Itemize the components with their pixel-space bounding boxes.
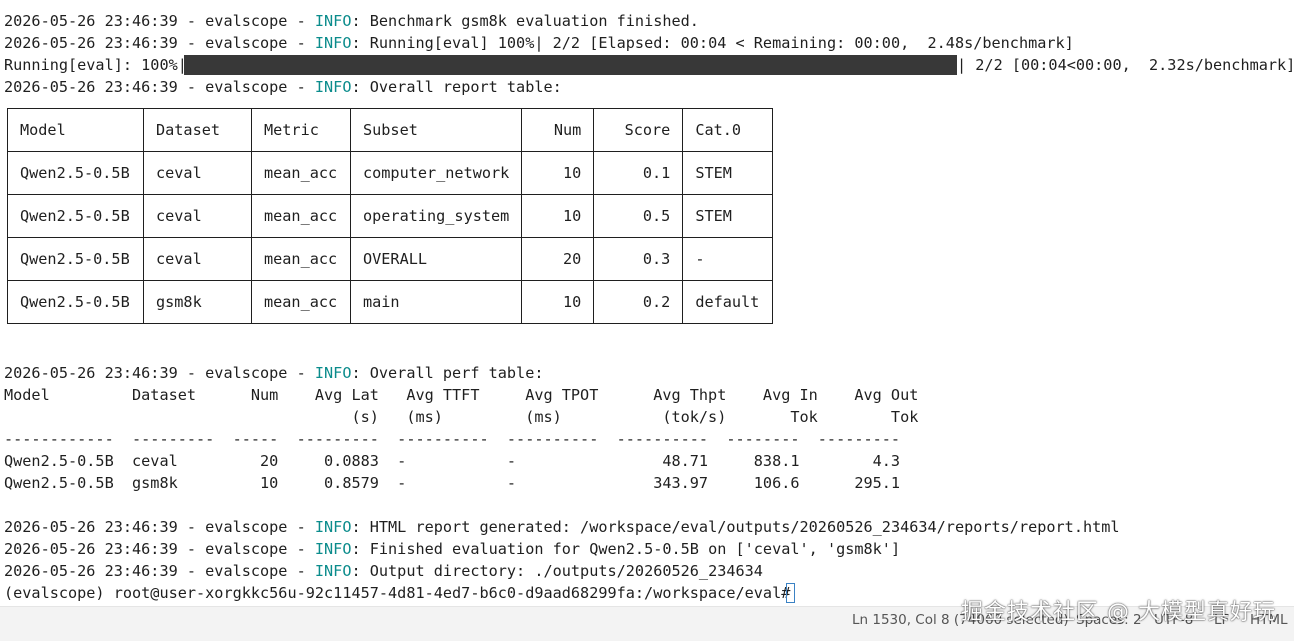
- progress-suffix: | 2/2 [00:04<00:00, 2.32s/benchmark]: [957, 56, 1294, 74]
- header-subset: Subset: [349, 108, 523, 152]
- log-line-finished-evaluation: 2026-05-26 23:46:39 - evalscope - INFO: …: [4, 540, 901, 558]
- cell-dataset: gsm8k: [143, 280, 252, 324]
- cell-score: 0.3: [593, 237, 684, 281]
- info-level: INFO: [314, 34, 352, 52]
- header-num: Num: [521, 108, 595, 152]
- log-line-running-eval: 2026-05-26 23:46:39 - evalscope - INFO: …: [4, 34, 1074, 52]
- terminal-cursor[interactable]: [786, 583, 795, 603]
- log-line-html-report: 2026-05-26 23:46:39 - evalscope - INFO: …: [4, 518, 1120, 536]
- cell-cat0: STEM: [682, 151, 774, 195]
- cell-subset: main: [349, 280, 523, 324]
- cell-num: 10: [521, 280, 595, 324]
- cell-metric: mean_acc: [251, 280, 351, 324]
- cell-score: 0.5: [593, 194, 684, 238]
- cell-score: 0.1: [593, 151, 684, 195]
- table-row: Qwen2.5-0.5B ceval mean_acc computer_net…: [7, 151, 774, 195]
- shell-prompt[interactable]: (evalscope) root@user-xorgkkc56u-92c1145…: [4, 582, 800, 604]
- report-table: Model Dataset Metric Subset Num Score Ca…: [7, 108, 774, 324]
- progress-label: Running[eval]: 100%|: [4, 56, 187, 74]
- perf-row-ceval: Qwen2.5-0.5B ceval 20 0.0883 - - 48.71 8…: [4, 452, 901, 470]
- log-line-report-table: 2026-05-26 23:46:39 - evalscope - INFO: …: [4, 78, 562, 96]
- info-level: INFO: [314, 78, 352, 96]
- cell-dataset: ceval: [143, 194, 252, 238]
- cell-model: Qwen2.5-0.5B: [7, 237, 144, 281]
- progress-bar: [184, 55, 957, 75]
- info-level: INFO: [314, 540, 352, 558]
- perf-separator: ------------ --------- ----- --------- -…: [4, 430, 901, 448]
- perf-header-row-1: Model Dataset Num Avg Lat Avg TTFT Avg T…: [4, 386, 919, 404]
- header-dataset: Dataset: [143, 108, 252, 152]
- perf-header-row-2: (s) (ms) (ms) (tok/s) Tok Tok: [4, 408, 919, 426]
- info-level: INFO: [314, 518, 352, 536]
- cell-metric: mean_acc: [251, 194, 351, 238]
- log-line-output-directory: 2026-05-26 23:46:39 - evalscope - INFO: …: [4, 562, 763, 580]
- terminal-output[interactable]: 2026-05-26 23:46:39 - evalscope - INFO: …: [0, 0, 1294, 610]
- cell-dataset: ceval: [143, 151, 252, 195]
- cell-metric: mean_acc: [251, 237, 351, 281]
- cell-num: 10: [521, 194, 595, 238]
- header-model: Model: [7, 108, 144, 152]
- table-row: Qwen2.5-0.5B gsm8k mean_acc main 10 0.2 …: [7, 280, 774, 324]
- cell-subset: OVERALL: [349, 237, 523, 281]
- cell-cat0: -: [682, 237, 774, 281]
- log-line-perf-table: 2026-05-26 23:46:39 - evalscope - INFO: …: [4, 364, 544, 382]
- info-level: INFO: [314, 562, 352, 580]
- cell-num: 20: [521, 237, 595, 281]
- cell-metric: mean_acc: [251, 151, 351, 195]
- header-score: Score: [593, 108, 684, 152]
- info-level: INFO: [314, 12, 352, 30]
- cell-score: 0.2: [593, 280, 684, 324]
- cell-subset: computer_network: [349, 151, 523, 195]
- cell-num: 10: [521, 151, 595, 195]
- log-line-benchmark-finished: 2026-05-26 23:46:39 - evalscope - INFO: …: [4, 12, 699, 30]
- header-metric: Metric: [251, 108, 351, 152]
- cell-dataset: ceval: [143, 237, 252, 281]
- info-level: INFO: [314, 364, 352, 382]
- table-row: Qwen2.5-0.5B ceval mean_acc OVERALL 20 0…: [7, 237, 774, 281]
- table-row: Qwen2.5-0.5B ceval mean_acc operating_sy…: [7, 194, 774, 238]
- perf-row-gsm8k: Qwen2.5-0.5B gsm8k 10 0.8579 - - 343.97 …: [4, 474, 901, 492]
- report-header-row: Model Dataset Metric Subset Num Score Ca…: [7, 108, 774, 152]
- cell-model: Qwen2.5-0.5B: [7, 280, 144, 324]
- cell-cat0: STEM: [682, 194, 774, 238]
- cell-subset: operating_system: [349, 194, 523, 238]
- cell-model: Qwen2.5-0.5B: [7, 194, 144, 238]
- watermark: 掘金技术社区 @ 大模型真好玩: [961, 600, 1276, 625]
- cell-cat0: default: [682, 280, 774, 324]
- cell-model: Qwen2.5-0.5B: [7, 151, 144, 195]
- header-cat0: Cat.0: [682, 108, 774, 152]
